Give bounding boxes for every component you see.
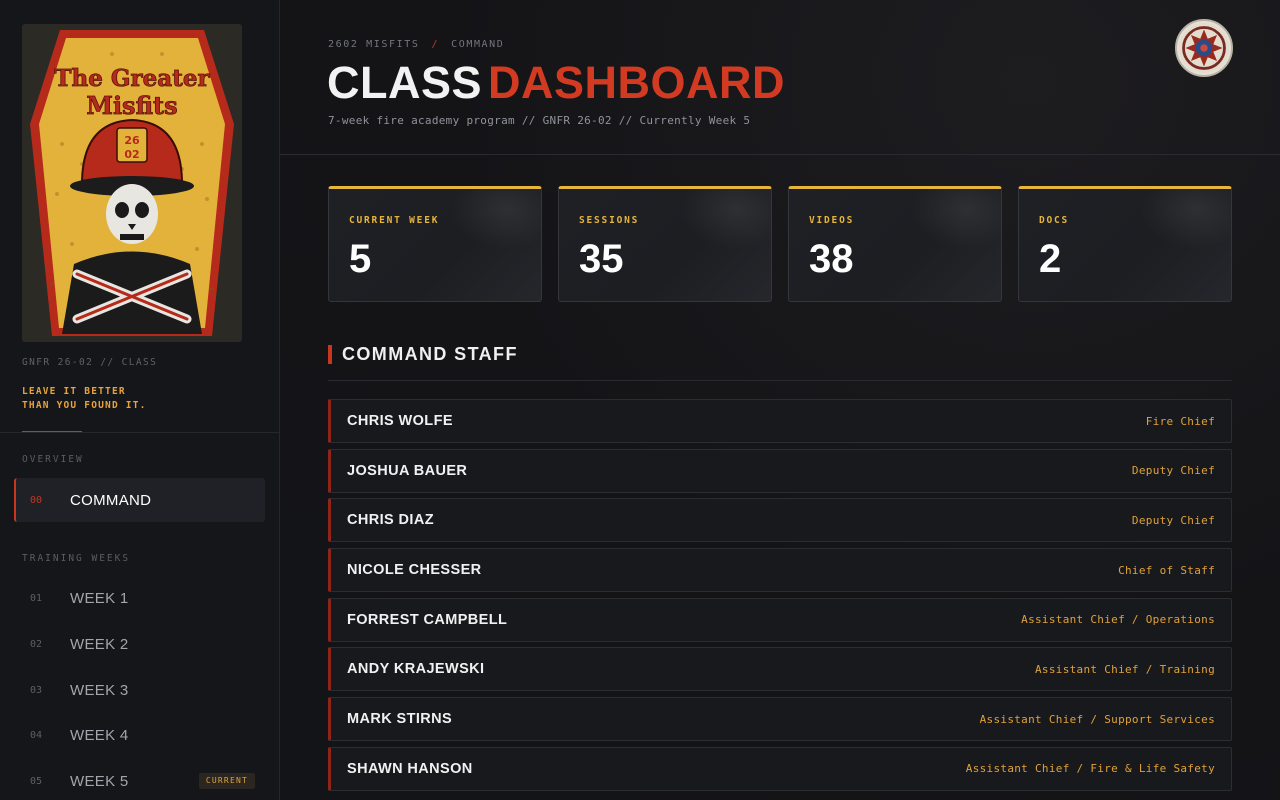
staff-row[interactable]: JOSHUA BAUER Deputy Chief: [328, 448, 1232, 493]
nav-item-label: COMMAND: [70, 491, 152, 509]
nav-item-label: WEEK 1: [70, 589, 129, 607]
section-divider: [328, 380, 1232, 381]
nav-item-label: WEEK 4: [70, 726, 129, 744]
department-emblem-icon: [1175, 19, 1233, 77]
command-staff-list: CHRIS WOLFE Fire Chief JOSHUA BAUER Depu…: [328, 399, 1232, 797]
staff-name: JOSHUA BAUER: [347, 462, 468, 479]
section-label-overview: OVERVIEW: [22, 454, 84, 465]
stats-row: CURRENT WEEK 5 SESSIONS 35 VIDEOS 38 DOC…: [328, 186, 1232, 302]
staff-row[interactable]: FORREST CAMPBELL Assistant Chief / Opera…: [328, 597, 1232, 642]
stat-label: DOCS: [1039, 215, 1070, 226]
breadcrumb-item[interactable]: 2602 MISFITS: [328, 39, 419, 50]
staff-name: ANDY KRAJEWSKI: [347, 661, 485, 678]
command-staff-header: COMMAND STAFF: [328, 344, 518, 365]
nav-item-number: 02: [30, 638, 43, 650]
staff-role: Fire Chief: [1145, 414, 1215, 428]
section-title: COMMAND STAFF: [342, 344, 518, 364]
motto: LEAVE IT BETTER THAN YOU FOUND IT.: [22, 385, 222, 413]
staff-row[interactable]: SHAWN HANSON Assistant Chief / Fire & Li…: [328, 746, 1232, 791]
breadcrumb: 2602 MISFITS / COMMAND: [328, 39, 504, 50]
staff-name: SHAWN HANSON: [347, 760, 473, 777]
stat-card-sessions: SESSIONS 35: [558, 186, 772, 302]
nav-item-number: 00: [30, 494, 43, 506]
stat-value: 38: [809, 237, 854, 281]
sidebar-divider: [0, 432, 279, 433]
staff-role: Assistant Chief / Training: [1035, 662, 1215, 676]
motto-line: THAN YOU FOUND IT.: [22, 400, 147, 411]
staff-row[interactable]: ANDY KRAJEWSKI Assistant Chief / Trainin…: [328, 647, 1232, 692]
current-badge: CURRENT: [198, 773, 255, 789]
svg-text:Misfits: Misfits: [86, 91, 177, 120]
svg-text:02: 02: [124, 148, 139, 161]
nav-item-number: 04: [30, 729, 43, 741]
nav-item-command[interactable]: 00 COMMAND: [14, 478, 265, 522]
nav-item-number: 03: [30, 684, 43, 696]
staff-role: Chief of Staff: [1118, 563, 1215, 577]
stat-card-current-week: CURRENT WEEK 5: [328, 186, 542, 302]
staff-role: Assistant Chief / Support Services: [979, 712, 1215, 726]
nav-item-week-2[interactable]: 02 WEEK 2: [14, 622, 265, 666]
breadcrumb-item: COMMAND: [451, 39, 505, 50]
nav-item-number: 01: [30, 592, 43, 604]
motto-line: LEAVE IT BETTER: [22, 386, 126, 397]
staff-name: FORREST CAMPBELL: [347, 611, 508, 628]
staff-name: CHRIS DIAZ: [347, 512, 434, 529]
nav-item-label: WEEK 3: [70, 681, 129, 699]
section-label-training-weeks: TRAINING WEEKS: [22, 553, 131, 564]
section-marker: [328, 345, 332, 364]
stat-label: CURRENT WEEK: [349, 215, 440, 226]
stat-card-videos: VIDEOS 38: [788, 186, 1002, 302]
page-subtitle: 7-week fire academy program // GNFR 26-0…: [328, 114, 751, 127]
page-title: CLASS DASHBOARD: [327, 58, 785, 108]
header-divider: [280, 154, 1280, 155]
main-content: 2602 MISFITS / COMMAND CLASS DASHBOARD 7-we…: [280, 0, 1280, 800]
svg-text:26: 26: [124, 134, 140, 147]
nav-item-week-1[interactable]: 01 WEEK 1: [14, 576, 265, 620]
staff-role: Assistant Chief / Operations: [1021, 613, 1215, 627]
class-patch-logo: The Greater Misfits 26 02: [22, 24, 242, 342]
stat-label: SESSIONS: [579, 215, 640, 226]
staff-row[interactable]: CHRIS DIAZ Deputy Chief: [328, 498, 1232, 543]
staff-role: Deputy Chief: [1131, 513, 1215, 527]
staff-row[interactable]: MARK STIRNS Assistant Chief / Support Se…: [328, 697, 1232, 742]
sidebar: The Greater Misfits 26 02 GNFR 26-02 // …: [0, 0, 280, 800]
page-title-part2: DASHBOARD: [488, 57, 786, 108]
staff-role: Assistant Chief / Fire & Life Safety: [965, 762, 1215, 776]
class-tag: GNFR 26-02 // CLASS: [22, 357, 158, 368]
nav-item-week-4[interactable]: 04 WEEK 4: [14, 713, 265, 757]
nav-item-week-3[interactable]: 03 WEEK 3: [14, 668, 265, 712]
stat-label: VIDEOS: [809, 215, 855, 226]
staff-row[interactable]: NICOLE CHESSER Chief of Staff: [328, 548, 1232, 593]
staff-row[interactable]: CHRIS WOLFE Fire Chief: [328, 399, 1232, 443]
nav-item-label: WEEK 5: [70, 772, 129, 790]
staff-role: Deputy Chief: [1131, 464, 1215, 478]
nav-item-label: WEEK 2: [70, 635, 129, 653]
staff-name: CHRIS WOLFE: [347, 413, 453, 429]
stat-card-docs: DOCS 2: [1018, 186, 1232, 302]
stat-value: 2: [1039, 237, 1062, 281]
staff-name: NICOLE CHESSER: [347, 562, 482, 579]
staff-name: MARK STIRNS: [347, 711, 453, 728]
nav-item-week-5[interactable]: 05 WEEK 5 CURRENT: [14, 759, 265, 800]
nav-item-number: 05: [30, 775, 43, 787]
stat-value: 5: [349, 237, 372, 281]
breadcrumb-separator: /: [431, 39, 440, 50]
svg-text:The Greater: The Greater: [54, 65, 210, 92]
stat-value: 35: [579, 237, 624, 281]
page-title-part1: CLASS: [327, 57, 483, 108]
